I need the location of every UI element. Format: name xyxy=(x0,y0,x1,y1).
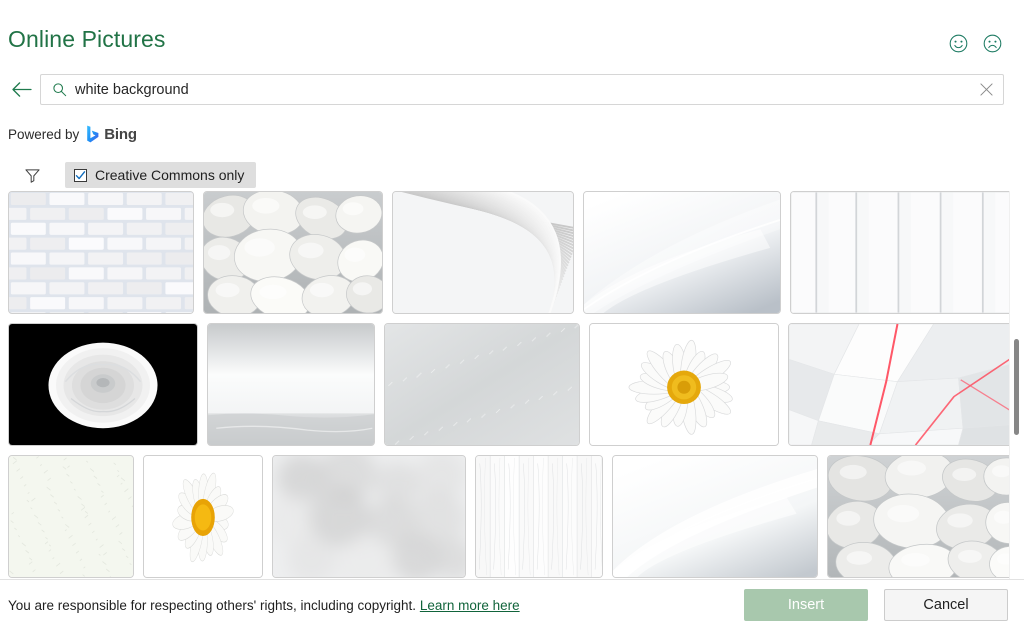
cancel-button[interactable]: Cancel xyxy=(884,589,1008,621)
bing-wordmark: Bing xyxy=(104,125,137,143)
image-result-white-curved-architecture[interactable] xyxy=(392,191,574,314)
creative-commons-filter-chip[interactable]: Creative Commons only xyxy=(65,162,257,188)
back-arrow-icon[interactable] xyxy=(4,74,38,106)
search-bar xyxy=(0,73,1024,106)
result-row xyxy=(0,455,1024,578)
image-result-white-wood-planks[interactable] xyxy=(475,455,603,578)
image-result-textured-white-paper[interactable] xyxy=(8,455,134,578)
funnel-filter-icon[interactable] xyxy=(16,162,48,188)
image-result-white-polygon-red-accents[interactable] xyxy=(788,323,1016,446)
creative-commons-checkbox[interactable] xyxy=(74,168,87,182)
image-result-plain-gray-texture[interactable] xyxy=(384,323,580,446)
image-result-white-daisy-closeup[interactable] xyxy=(143,455,263,578)
search-box[interactable] xyxy=(40,74,1004,105)
copyright-notice: You are responsible for respecting other… xyxy=(8,598,520,613)
smiley-sad-icon[interactable] xyxy=(980,31,1004,55)
footer-bar: You are responsible for respecting other… xyxy=(0,579,1024,630)
scrollbar-thumb[interactable] xyxy=(1014,339,1019,435)
image-result-blurred-gray-bokeh[interactable] xyxy=(272,455,466,578)
checkmark-icon xyxy=(75,170,86,179)
powered-by-label: Powered by xyxy=(8,126,80,142)
copyright-notice-text: You are responsible for respecting other… xyxy=(8,597,417,613)
smiley-happy-icon[interactable] xyxy=(946,31,970,55)
image-result-white-gradient-waves[interactable] xyxy=(612,455,818,578)
filter-bar: Creative Commons only xyxy=(0,162,1024,188)
close-x-icon[interactable] xyxy=(969,75,1003,104)
footer-actions: Insert Cancel xyxy=(744,589,1008,621)
image-result-white-pebbles-closeup[interactable] xyxy=(827,455,1019,578)
powered-by-bing: Powered by Bing xyxy=(8,124,137,144)
image-result-white-rose-on-black[interactable] xyxy=(8,323,198,446)
bing-logo-icon: Bing xyxy=(86,125,137,143)
image-result-white-gray-gradient-swirl[interactable] xyxy=(583,191,781,314)
image-result-white-vertical-stripes-panel[interactable] xyxy=(790,191,1014,314)
image-result-misty-white-horizon[interactable] xyxy=(207,323,375,446)
result-row xyxy=(0,323,1024,446)
insert-button[interactable]: Insert xyxy=(744,589,868,621)
image-results-grid xyxy=(0,191,1024,580)
result-row xyxy=(0,191,1024,314)
magnifier-icon xyxy=(51,82,67,98)
image-result-white-daisy-flower[interactable] xyxy=(589,323,779,446)
image-result-white-brick-wall[interactable] xyxy=(8,191,194,314)
results-vertical-scrollbar[interactable] xyxy=(1009,191,1024,580)
search-input[interactable] xyxy=(75,75,969,104)
page-title: Online Pictures xyxy=(8,26,166,52)
creative-commons-label: Creative Commons only xyxy=(95,167,245,183)
learn-more-link[interactable]: Learn more here xyxy=(420,598,520,613)
image-result-white-pebbles-stones[interactable] xyxy=(203,191,383,314)
feedback-buttons xyxy=(946,31,1004,55)
